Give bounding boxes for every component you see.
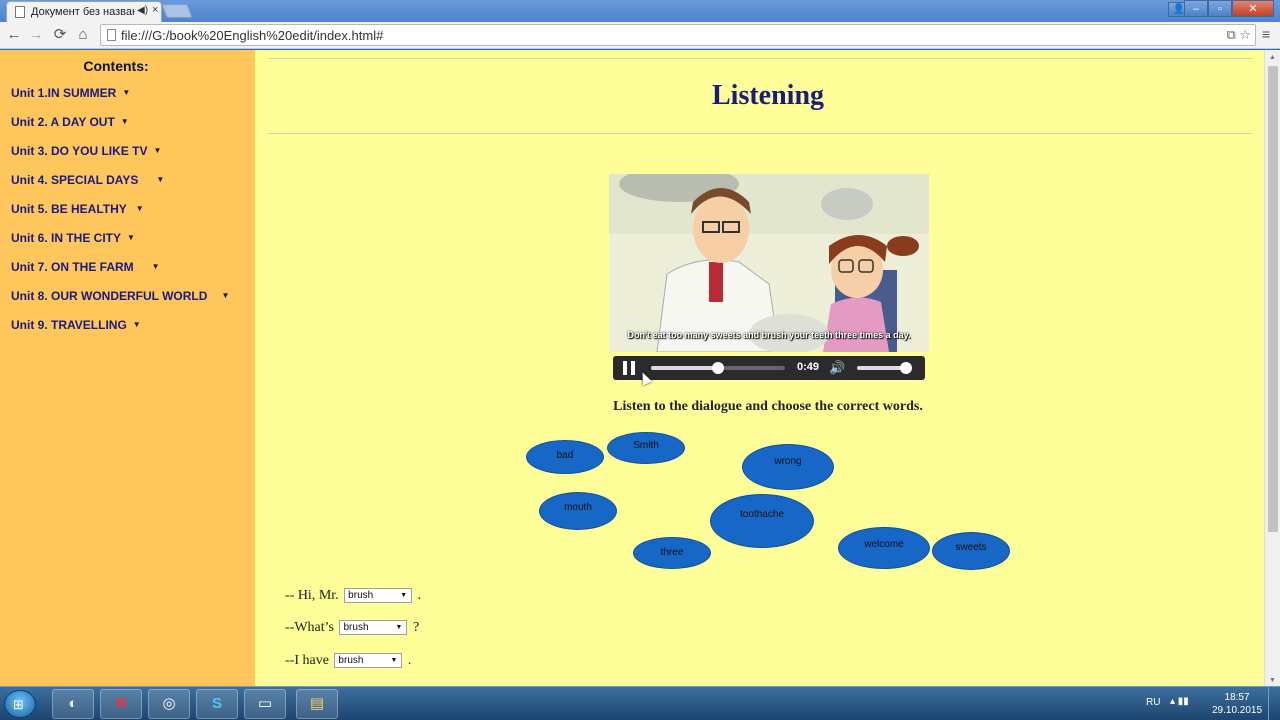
chevron-down-icon: ▼ (122, 88, 131, 97)
sidebar-item-unit-1[interactable]: Unit 1.IN SUMMER ▼ (11, 86, 130, 100)
word-bubble-mouth[interactable]: mouth (539, 492, 617, 530)
video-subtitle: Don't eat too many sweets and brush your… (627, 330, 911, 340)
system-clock[interactable]: 18:57 29.10.2015 (1212, 691, 1262, 717)
sidebar-item-unit-6[interactable]: Unit 6. IN THE CITY ▼ (11, 231, 135, 245)
new-tab-button[interactable] (161, 4, 193, 18)
volume-handle[interactable] (899, 362, 912, 374)
sentence-1: -- Hi, Mr. brush ▼ . (285, 588, 422, 604)
sidebar-item-unit-4[interactable]: Unit 4. SPECIAL DAYS ▼ (11, 173, 164, 187)
chevron-down-icon: ▼ (151, 262, 160, 271)
scroll-down-icon[interactable]: ▼ (1269, 677, 1276, 684)
back-button[interactable]: ← (4, 25, 24, 45)
volume-level (857, 366, 906, 370)
taskbar-app-5[interactable]: ▭ (244, 689, 286, 719)
scroll-thumb[interactable] (1268, 66, 1278, 532)
sentence-2: --What’s brush ▼ ? (285, 620, 420, 636)
windows-logo-icon: ⊞ (13, 697, 24, 712)
sidebar-item-unit-2[interactable]: Unit 2. A DAY OUT ▼ (11, 115, 129, 129)
address-bar[interactable]: file:///G:/book%20English%20edit/index.h… (100, 24, 1256, 46)
maximize-button[interactable]: ▫ (1208, 0, 1232, 17)
video-time: 0:49 (797, 361, 820, 373)
page-title: Listening (711, 80, 825, 111)
taskbar-chrome-icon[interactable]: ◎ (148, 689, 190, 719)
sidebar-item-unit-9[interactable]: Unit 9. TRAVELLING ▼ (11, 318, 141, 332)
word-bubble-bad[interactable]: bad (526, 440, 604, 474)
browser-title-bar: Документ без назван ◀) × 👤 – ▫ ✕ (0, 0, 1280, 22)
word-bubble-smith[interactable]: Smith (607, 432, 685, 464)
url-text[interactable]: file:///G:/book%20English%20edit/index.h… (121, 28, 383, 43)
sidebar-item-unit-3[interactable]: Unit 3. DO YOU LIKE TV ▼ (11, 144, 161, 158)
translate-bookmark-icons[interactable]: ⧉ ☆ (1226, 27, 1251, 43)
taskbar-folder-icon[interactable]: ▤ (296, 689, 338, 719)
word-bubble-wrong[interactable]: wrong (742, 444, 834, 490)
answer-select-2[interactable]: brush ▼ (339, 620, 408, 636)
task-instruction: Listen to the dialogue and choose the co… (613, 399, 923, 414)
language-indicator[interactable]: RU (1146, 697, 1160, 708)
home-button[interactable]: ⌂ (73, 25, 93, 45)
sidebar-item-unit-5[interactable]: Unit 5. BE HEALTHY ▼ (11, 202, 144, 216)
pause-icon (623, 361, 627, 375)
chevron-down-icon: ▼ (132, 320, 141, 329)
taskbar-skype-icon[interactable]: S (196, 689, 238, 719)
chrome-menu-icon[interactable]: ≡ (1262, 26, 1270, 42)
web-page: Contents: Unit 1.IN SUMMER ▼ Unit 2. A DA… (0, 50, 1280, 686)
word-bubble-toothache[interactable]: toothache (710, 494, 814, 548)
page-favicon-icon (15, 6, 25, 18)
word-bubble-three[interactable]: three (633, 537, 711, 569)
audio-playing-icon: ◀) (137, 5, 149, 16)
show-desktop-button[interactable] (1268, 687, 1280, 720)
volume-icon[interactable]: 🔊 (829, 360, 845, 376)
seek-bar[interactable] (651, 362, 785, 374)
top-divider (268, 58, 1252, 59)
sidebar-item-unit-8[interactable]: Unit 8. OUR WONDERFUL WORLD ▼ (11, 289, 229, 303)
scroll-up-icon[interactable]: ▲ (1269, 54, 1276, 61)
chevron-down-icon: ▼ (120, 117, 129, 126)
chevron-down-icon: ▼ (221, 291, 230, 300)
chevron-down-icon: ▼ (153, 146, 162, 155)
pause-button[interactable] (623, 361, 637, 375)
forward-button[interactable]: → (26, 25, 46, 45)
minimize-button[interactable]: – (1184, 0, 1208, 17)
taskbar-yandex-icon[interactable]: Я (100, 689, 142, 719)
chevron-down-icon: ▼ (127, 233, 135, 242)
taskbar-app-1[interactable]: ◐ (52, 689, 94, 719)
contents-sidebar: Contents: Unit 1.IN SUMMER ▼ Unit 2. A DA… (0, 50, 255, 686)
sidebar-item-unit-7[interactable]: Unit 7. ON THE FARM ▼ (11, 260, 160, 274)
browser-toolbar: ← → ⟳ ⌂ file:///G:/book%20English%20edit… (0, 22, 1280, 49)
dropdown-arrow-icon: ▼ (400, 592, 408, 600)
chevron-down-icon: ▼ (135, 204, 144, 213)
seek-progress (651, 366, 718, 370)
start-button[interactable]: ⊞ (4, 690, 36, 718)
tab-title: Документ без назван (31, 6, 135, 18)
title-divider (268, 133, 1252, 134)
video-player[interactable]: Don't eat too many sweets and brush your… (609, 174, 929, 352)
main-content: Listening Don't eat too many sweets and … (256, 50, 1264, 686)
sidebar-title: Contents: (83, 58, 149, 74)
seek-handle[interactable] (712, 362, 724, 374)
page-icon (107, 29, 116, 41)
tab-close-icon[interactable]: × (152, 4, 158, 16)
vertical-scrollbar[interactable]: ▲ ▼ (1264, 50, 1280, 686)
browser-tab[interactable]: Документ без назван ◀) × (6, 1, 162, 22)
answer-select-3[interactable]: brush ▼ (334, 653, 403, 669)
chevron-down-icon: ▼ (156, 175, 165, 184)
tray-icons[interactable]: ▴ ▮▮ (1170, 696, 1189, 707)
word-bubble-welcome[interactable]: welcome (838, 527, 930, 569)
windows-taskbar: ⊞ ◐ Я ◎ S ▭ ▤ RU ▴ ▮▮ 18:57 29.10.2015 (0, 686, 1280, 720)
window-controls: – ▫ ✕ (1184, 0, 1274, 17)
volume-slider[interactable] (857, 362, 912, 374)
video-frame-illustration (609, 174, 929, 352)
close-window-button[interactable]: ✕ (1232, 0, 1274, 17)
video-controls: 0:49 🔊 (613, 356, 925, 380)
sentence-3: --I have brush ▼ . (285, 653, 412, 669)
reload-button[interactable]: ⟳ (50, 25, 70, 45)
word-bubble-sweets[interactable]: sweets (932, 532, 1010, 570)
answer-select-1[interactable]: brush ▼ (344, 588, 413, 604)
dropdown-arrow-icon: ▼ (390, 657, 398, 665)
dropdown-arrow-icon: ▼ (395, 624, 403, 632)
